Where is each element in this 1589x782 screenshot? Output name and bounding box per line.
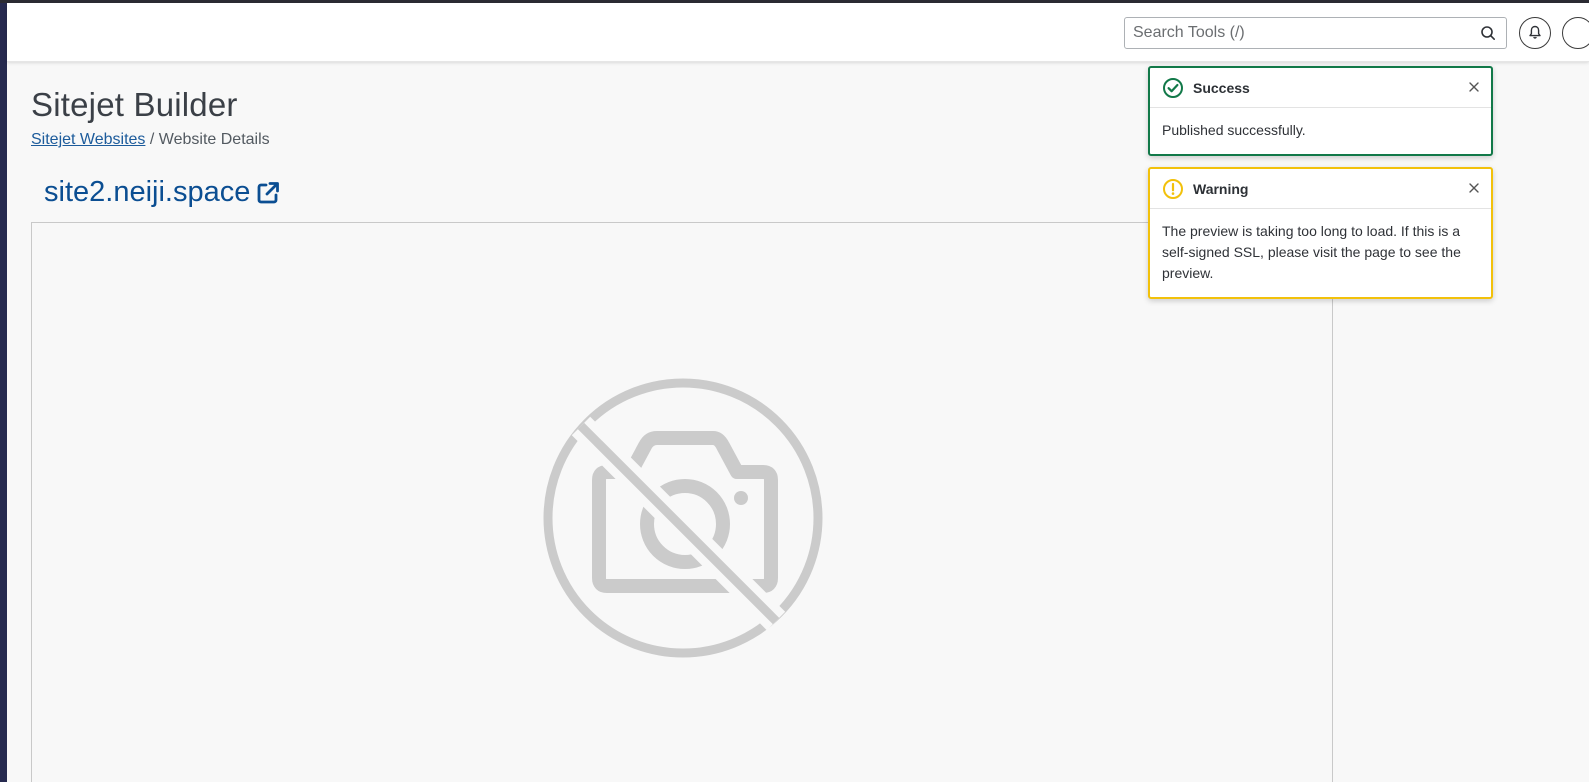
warning-toast-message: The preview is taking too long to load. … — [1162, 223, 1461, 281]
website-preview — [31, 222, 1333, 782]
notifications-button[interactable] — [1519, 17, 1551, 49]
site-link-label: site2.neiji.space — [44, 176, 251, 208]
page-title: Sitejet Builder — [31, 86, 238, 123]
search-box — [1124, 17, 1507, 49]
breadcrumb-separator: / — [149, 131, 155, 148]
user-menu-button[interactable] — [1562, 17, 1589, 49]
breadcrumb-link-sitejet-websites[interactable]: Sitejet Websites — [31, 131, 145, 148]
external-link-icon — [257, 181, 280, 203]
breadcrumb: Sitejet Websites / Website Details — [31, 131, 270, 149]
warning-toast: Warning The preview is taking too long t… — [1148, 167, 1493, 299]
search-icon[interactable] — [1480, 25, 1496, 41]
warning-toast-title: Warning — [1193, 180, 1249, 197]
breadcrumb-current: Website Details — [158, 131, 270, 148]
search-input[interactable] — [1125, 18, 1465, 48]
bell-icon — [1529, 25, 1541, 39]
sidebar-edge — [0, 0, 7, 782]
close-icon[interactable] — [1467, 80, 1481, 94]
success-toast-title: Success — [1193, 79, 1250, 96]
exclamation-circle-icon — [1163, 178, 1183, 199]
success-toast-header: Success — [1150, 68, 1491, 108]
success-toast: Success Published successfully. — [1148, 66, 1493, 156]
success-toast-message: Published successfully. — [1162, 122, 1306, 138]
top-navbar — [7, 3, 1589, 62]
warning-toast-header: Warning — [1150, 169, 1491, 209]
close-icon[interactable] — [1467, 181, 1481, 195]
site-link[interactable]: site2.neiji.space — [44, 176, 280, 209]
check-circle-icon — [1163, 77, 1183, 98]
no-image-icon — [543, 378, 823, 658]
